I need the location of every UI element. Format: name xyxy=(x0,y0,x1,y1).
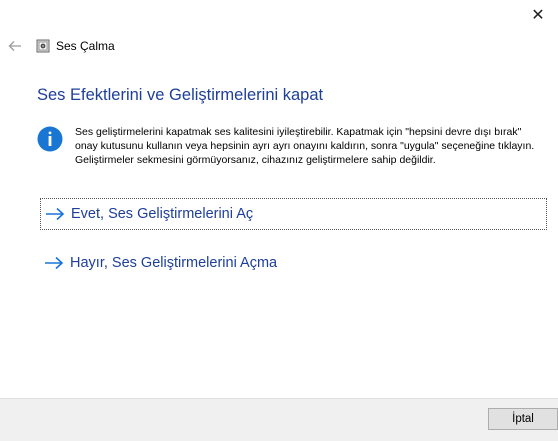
footer-bar: İptal xyxy=(0,398,558,441)
info-icon xyxy=(37,126,63,152)
cancel-button[interactable]: İptal xyxy=(488,408,558,430)
option-label: Hayır, Ses Geliştirmelerini Açma xyxy=(70,255,278,271)
option-enable-enhancements[interactable]: Evet, Ses Geliştirmelerini Aç xyxy=(40,198,547,230)
window-title: Ses Çalma xyxy=(56,39,115,53)
right-arrow-icon xyxy=(45,256,64,270)
page-title: Ses Efektlerini ve Geliştirmelerini kapa… xyxy=(37,86,324,104)
close-button[interactable]: ✕ xyxy=(518,0,558,30)
close-icon: ✕ xyxy=(531,7,545,24)
option-keep-disabled[interactable]: Hayır, Ses Geliştirmelerini Açma xyxy=(40,247,547,279)
info-text: Ses geliştirmelerini kapatmak ses kalite… xyxy=(75,126,535,166)
back-arrow-icon xyxy=(8,41,21,51)
back-button[interactable] xyxy=(4,34,26,58)
info-message: Ses geliştirmelerini kapatmak ses kalite… xyxy=(37,125,547,167)
option-label: Evet, Ses Geliştirmelerini Aç xyxy=(71,206,254,222)
sound-speaker-icon xyxy=(36,39,50,53)
header-bar: Ses Çalma xyxy=(0,34,558,58)
right-arrow-icon xyxy=(46,207,65,221)
